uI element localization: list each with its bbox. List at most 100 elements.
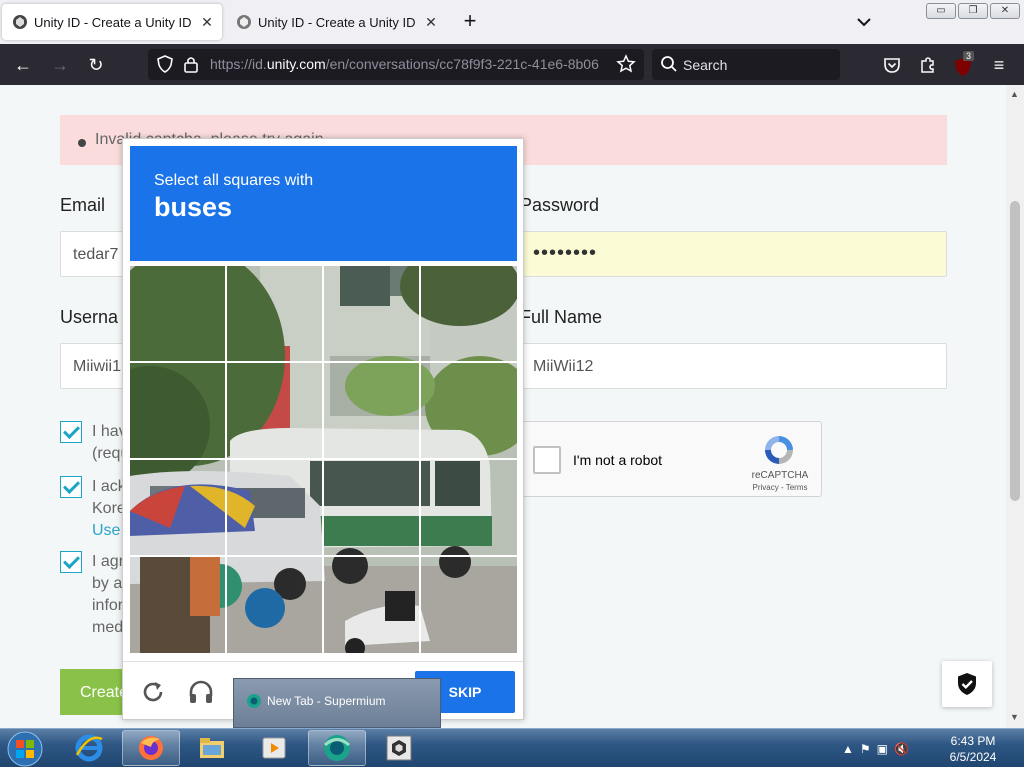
system-clock[interactable]: 6:43 PM 6/5/2024 xyxy=(938,733,1008,765)
lock-icon[interactable] xyxy=(183,55,199,78)
search-icon xyxy=(660,55,678,78)
fullname-field[interactable]: MiiWii12 xyxy=(520,343,947,389)
captcha-tile[interactable] xyxy=(421,460,516,555)
captcha-header: Select all squares with buses xyxy=(130,146,517,261)
taskbar-firefox[interactable] xyxy=(122,730,180,766)
tab-inactive[interactable]: Unity ID - Create a Unity ID ✕ xyxy=(226,4,446,40)
extensions-puzzle-icon[interactable] xyxy=(918,55,938,80)
scrollbar-thumb[interactable] xyxy=(1010,201,1020,501)
url-bar[interactable]: https://id.unity.com/en/conversations/cc… xyxy=(148,49,644,80)
reload-icon xyxy=(143,682,163,702)
tab-active[interactable]: Unity ID - Create a Unity ID ✕ xyxy=(2,4,222,40)
recaptcha-logo-icon xyxy=(765,436,793,464)
volume-muted-icon[interactable]: 🔇 xyxy=(894,742,909,756)
shield-check-icon xyxy=(958,673,976,695)
fullname-label: Full Name xyxy=(520,307,603,327)
taskbar-file-explorer[interactable] xyxy=(183,730,241,766)
forward-icon[interactable]: → xyxy=(49,54,71,76)
recaptcha-privacy-terms-link[interactable]: Privacy - Terms xyxy=(745,483,815,492)
chevron-down-icon xyxy=(857,18,871,27)
captcha-tile[interactable] xyxy=(130,460,225,555)
taskbar-supermium[interactable] xyxy=(308,730,366,766)
password-field[interactable]: •••••••• xyxy=(520,231,947,277)
reload-icon[interactable]: ↻ xyxy=(85,54,107,76)
recaptcha-label: I'm not a robot xyxy=(573,452,663,468)
menu-hamburger-icon[interactable]: ≡ xyxy=(988,54,1010,76)
navigation-toolbar: ← → ↻ https://id.unity.com/en/conversati… xyxy=(0,44,1024,85)
taskbar-unity-hub[interactable] xyxy=(370,730,428,766)
captcha-tile[interactable] xyxy=(324,460,419,555)
list-all-tabs-button[interactable] xyxy=(852,10,876,34)
terms-checkbox[interactable] xyxy=(60,421,82,443)
password-label: Password xyxy=(520,195,600,215)
page-scrollbar[interactable]: ▲ ▼ xyxy=(1006,85,1024,728)
email-label: Email xyxy=(60,195,106,215)
taskbar-window-preview[interactable]: New Tab - Supermium xyxy=(233,678,441,728)
captcha-image-grid xyxy=(130,266,517,653)
privacy-checkbox[interactable] xyxy=(60,476,82,498)
recaptcha-checkbox[interactable] xyxy=(533,446,561,474)
network-icon[interactable]: ▣ xyxy=(877,742,888,756)
captcha-tile[interactable] xyxy=(227,266,322,361)
captcha-tile[interactable] xyxy=(324,557,419,652)
action-center-flag-icon[interactable]: ⚑ xyxy=(860,742,871,756)
restore-window-button[interactable]: ❐ xyxy=(958,3,988,19)
bullet-icon xyxy=(78,139,86,147)
unity-icon xyxy=(386,735,412,761)
minimize-window-button[interactable]: ▭ xyxy=(926,3,956,19)
captcha-tile[interactable] xyxy=(227,363,322,458)
scroll-up-icon[interactable]: ▲ xyxy=(1010,89,1019,99)
captcha-tile[interactable] xyxy=(130,266,225,361)
close-tab-icon[interactable]: ✕ xyxy=(422,13,440,31)
supermium-icon xyxy=(247,694,261,708)
pocket-icon[interactable] xyxy=(882,55,902,80)
new-tab-button[interactable]: + xyxy=(456,8,484,36)
captcha-tile[interactable] xyxy=(130,363,225,458)
search-bar[interactable]: Search xyxy=(652,49,840,80)
captcha-target-object: buses xyxy=(154,192,233,222)
ublock-extension-icon[interactable]: 3 xyxy=(954,51,976,77)
unity-favicon-icon xyxy=(236,14,252,30)
search-placeholder: Search xyxy=(683,57,728,73)
extension-badge: 3 xyxy=(963,51,975,61)
system-tray: ▲ ⚑ ▣ 🔇 xyxy=(842,737,909,761)
bookmark-star-icon[interactable] xyxy=(616,54,636,79)
taskbar-internet-explorer[interactable] xyxy=(60,730,118,766)
captcha-tile[interactable] xyxy=(421,363,516,458)
recaptcha-brand: reCAPTCHA xyxy=(751,470,809,481)
browser-tab-strip: Unity ID - Create a Unity ID ✕ Unity ID … xyxy=(0,0,1024,44)
captcha-tile[interactable] xyxy=(421,557,516,652)
back-icon[interactable]: ← xyxy=(12,54,34,76)
windows-logo-icon xyxy=(7,731,43,767)
taskbar-media-player[interactable] xyxy=(245,730,303,766)
recaptcha-widget: I'm not a robot reCAPTCHA Privacy - Term… xyxy=(520,421,822,497)
scroll-down-icon[interactable]: ▼ xyxy=(1010,712,1019,722)
preview-title: New Tab - Supermium xyxy=(267,694,386,708)
captcha-tile[interactable] xyxy=(324,266,419,361)
recaptcha-badge[interactable] xyxy=(942,661,992,707)
captcha-reload-button[interactable] xyxy=(139,678,167,706)
supermium-icon xyxy=(323,735,351,761)
captcha-tile[interactable] xyxy=(227,460,322,555)
captcha-tile[interactable] xyxy=(227,557,322,652)
captcha-tile[interactable] xyxy=(421,266,516,361)
internet-explorer-icon xyxy=(75,734,103,762)
unity-favicon-icon xyxy=(12,14,28,30)
clock-time: 6:43 PM xyxy=(950,734,996,748)
headphones-icon xyxy=(189,680,213,703)
clock-date: 6/5/2024 xyxy=(949,750,997,764)
close-tab-icon[interactable]: ✕ xyxy=(198,13,216,31)
captcha-audio-button[interactable] xyxy=(187,678,215,706)
start-button[interactable] xyxy=(5,731,45,767)
show-hidden-icons-icon[interactable]: ▲ xyxy=(842,742,854,756)
captcha-challenge-dialog: Select all squares with buses SKIP xyxy=(122,138,524,720)
windows-taskbar: ▲ ⚑ ▣ 🔇 6:43 PM 6/5/2024 xyxy=(0,728,1024,767)
folder-icon xyxy=(200,738,224,758)
shield-tracking-icon[interactable] xyxy=(156,55,174,78)
url-text[interactable]: https://id.unity.com/en/conversations/cc… xyxy=(210,56,605,72)
captcha-tile[interactable] xyxy=(324,363,419,458)
captcha-instruction: Select all squares with xyxy=(154,172,314,189)
marketing-checkbox[interactable] xyxy=(60,551,82,573)
close-window-button[interactable]: ✕ xyxy=(990,3,1020,19)
captcha-tile[interactable] xyxy=(130,557,225,652)
